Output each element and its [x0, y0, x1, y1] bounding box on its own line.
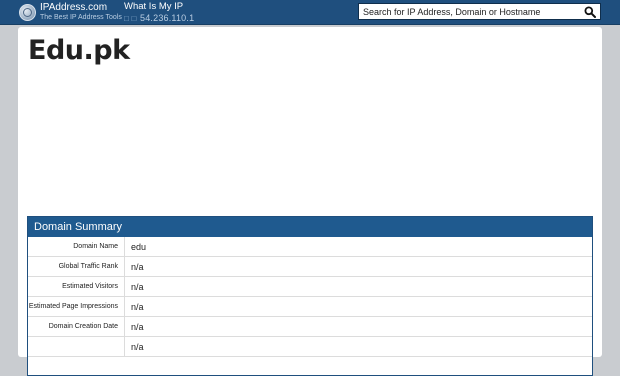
search-button[interactable]: [583, 5, 597, 19]
table-row: Estimated Page Impressions n/a: [28, 296, 592, 317]
globe-logo-icon: [19, 3, 36, 21]
my-ip-value: 54.236.110.1: [140, 12, 195, 23]
row-label: Estimated Visitors: [28, 276, 125, 297]
site-logo-link[interactable]: IPAddress.com The Best IP Address Tools: [19, 2, 122, 22]
main-content-card: Edu.pk Domain Summary Domain Name edu Gl…: [18, 27, 602, 376]
logo-name: IPAddress.com: [40, 2, 108, 13]
row-value: n/a: [124, 296, 592, 317]
row-value: edu: [124, 237, 592, 257]
table-row: Domain Name edu: [28, 237, 592, 257]
row-label: Domain Creation Date: [28, 316, 125, 337]
row-label: Global Traffic Rank: [28, 256, 125, 277]
logo-tagline: The Best IP Address Tools: [40, 14, 122, 21]
table-row: Global Traffic Rank n/a: [28, 256, 592, 277]
table-row: Domain Creation Date n/a: [28, 316, 592, 337]
search-icon: [584, 6, 596, 18]
domain-summary-panel: Domain Summary Domain Name edu Global Tr…: [27, 216, 593, 376]
domain-summary-heading: Domain Summary: [28, 217, 592, 237]
row-label: Estimated Page Impressions: [28, 296, 125, 317]
logo-text: IPAddress.com The Best IP Address Tools: [40, 2, 122, 22]
my-ip-link[interactable]: What Is My IP: [124, 2, 194, 12]
domain-summary-table: Domain Name edu Global Traffic Rank n/a …: [28, 237, 592, 357]
search-input[interactable]: [359, 4, 579, 19]
table-row: Estimated Visitors n/a: [28, 276, 592, 297]
flag-icon: □ □: [124, 13, 137, 23]
table-row: n/a: [28, 336, 592, 357]
search-box: [358, 3, 601, 20]
top-header: IPAddress.com The Best IP Address Tools …: [0, 0, 620, 25]
row-value: n/a: [124, 316, 592, 337]
page-title: Edu.pk: [28, 35, 130, 66]
my-ip-block: What Is My IP □ □ 54.236.110.1: [124, 2, 194, 23]
row-label: [28, 336, 125, 357]
row-value: n/a: [124, 336, 592, 357]
row-value: n/a: [124, 276, 592, 297]
row-label: Domain Name: [28, 237, 125, 257]
row-value: n/a: [124, 256, 592, 277]
my-ip-row: □ □ 54.236.110.1: [124, 12, 195, 23]
